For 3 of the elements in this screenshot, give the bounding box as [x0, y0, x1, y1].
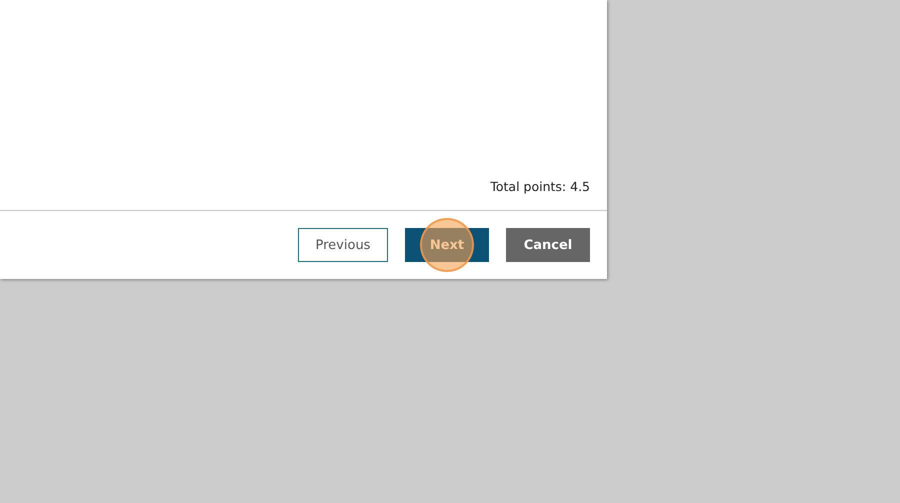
dialog-button[interactable]: Cancel [506, 228, 590, 262]
dialog-button[interactable]: Previous [298, 228, 388, 262]
total-points: Total points: 4.5 [490, 179, 590, 194]
